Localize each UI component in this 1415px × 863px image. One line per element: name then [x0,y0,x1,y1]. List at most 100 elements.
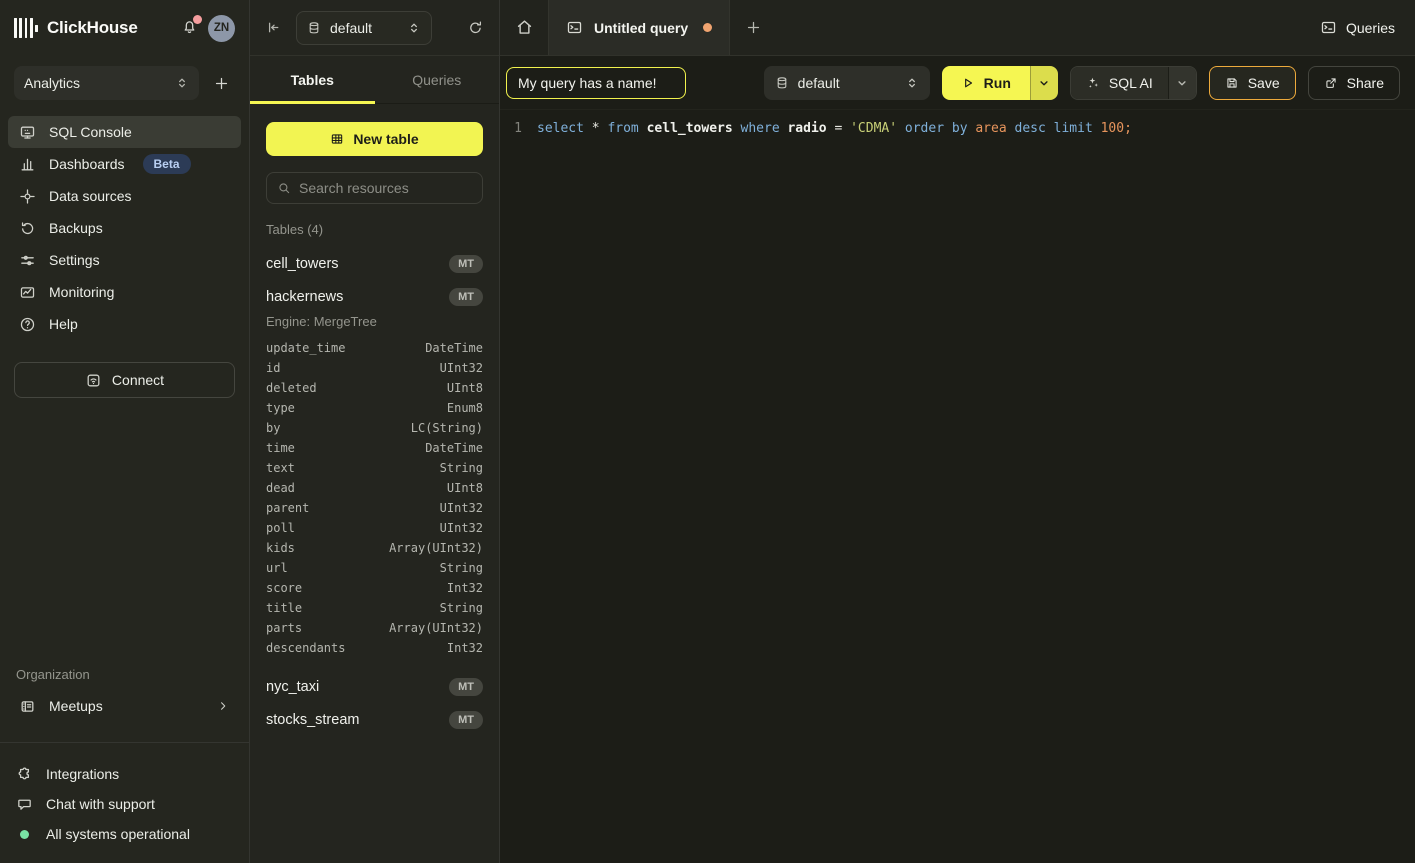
sql-token [584,121,592,136]
table-row-stocks-stream[interactable]: stocks_streamMT [266,703,483,736]
refresh-button[interactable] [467,19,484,36]
column-name: type [266,398,295,418]
sidebar-item-label: SQL Console [49,124,132,140]
new-table-button[interactable]: New table [266,122,483,156]
notification-dot [193,15,202,24]
sql-ai-button-label: SQL AI [1109,75,1153,91]
column-row: urlString [266,558,483,578]
avatar[interactable]: ZN [208,15,235,42]
connect-icon [85,372,102,389]
column-row: update_timeDateTime [266,338,483,358]
sidebar-footer: IntegrationsChat with supportAll systems… [0,743,249,863]
sidebar-item-backups[interactable]: Backups [8,212,241,244]
sidebar-item-settings[interactable]: Settings [8,244,241,276]
toolbar-database-value: default [798,75,896,91]
table-row-nyc-taxi[interactable]: nyc_taxiMT [266,670,483,703]
tab-queries-label: Queries [412,72,461,88]
notifications-button[interactable] [181,18,198,38]
main-area: Untitled query Queries default [500,0,1415,863]
table-grid-icon [330,132,344,146]
column-type: Array(UInt32) [389,538,483,558]
footer-item-integrations[interactable]: Integrations [16,759,233,789]
run-button[interactable]: Run [942,66,1030,100]
app-sidebar: ClickHouse ZN Analytics SQL Console Dashb… [0,0,250,863]
chevron-updown-icon [407,21,421,35]
sql-token: order [905,121,944,136]
table-row-hackernews[interactable]: hackernewsMT [266,280,483,313]
column-type: UInt32 [440,518,483,538]
sql-token: 100; [1101,121,1132,136]
column-type: LC(String) [411,418,483,438]
collapse-panel-button[interactable] [265,19,282,36]
sql-token [1093,121,1101,136]
sql-ai-options-button[interactable] [1168,67,1196,99]
run-button-group: Run [942,66,1058,100]
run-options-button[interactable] [1030,66,1058,100]
terminal-icon [1320,19,1337,36]
footer-item-all-systems-operational[interactable]: All systems operational [16,819,233,849]
column-row: idUInt32 [266,358,483,378]
queries-button[interactable]: Queries [1300,0,1415,55]
sidebar-item-dashboards[interactable]: DashboardsBeta [8,148,241,180]
sql-token: radio [787,121,826,136]
query-tab-title: Untitled query [594,20,688,36]
column-name: descendants [266,638,345,658]
data-sources-icon [19,188,36,205]
column-type: DateTime [425,338,483,358]
toolbar-database-selector[interactable]: default [764,66,930,100]
sql-token: limit [1054,121,1093,136]
sql-editor[interactable]: 1 select * from cell_towers where radio … [500,110,1415,863]
engine-badge: MT [449,711,483,729]
org-item-meetups[interactable]: Meetups [8,690,241,722]
table-name: cell_towers [266,256,339,272]
share-button[interactable]: Share [1308,66,1400,100]
column-type: String [440,598,483,618]
database-icon [775,76,789,90]
sql-token: cell_towers [647,121,733,136]
save-button[interactable]: Save [1209,66,1296,100]
column-row: kidsArray(UInt32) [266,538,483,558]
column-row: pollUInt32 [266,518,483,538]
tab-queries[interactable]: Queries [375,56,500,103]
sidebar-item-data-sources[interactable]: Data sources [8,180,241,212]
explorer-database-selector[interactable]: default [296,11,432,45]
new-query-tab-button[interactable] [730,0,777,55]
column-type: Array(UInt32) [389,618,483,638]
workspace-selector-value: Analytics [24,75,167,91]
sidebar-item-sql-console[interactable]: SQL Console [8,116,241,148]
query-tab[interactable]: Untitled query [548,0,730,55]
connect-button[interactable]: Connect [14,362,235,398]
engine-badge: MT [449,288,483,306]
save-icon [1225,76,1239,90]
home-button[interactable] [500,0,548,55]
collapse-left-icon [265,19,282,36]
sql-token: = [827,121,850,136]
footer-item-chat-with-support[interactable]: Chat with support [16,789,233,819]
column-name: parent [266,498,309,518]
backups-icon [19,220,36,237]
sql-ai-button[interactable]: SQL AI [1071,67,1168,99]
sql-token: area [975,121,1006,136]
column-name: dead [266,478,295,498]
status-dot [20,830,29,839]
sidebar-header: ClickHouse ZN [0,0,249,56]
table-row-cell-towers[interactable]: cell_towers MT [266,247,483,280]
add-workspace-button[interactable] [207,69,235,97]
sidebar-item-help[interactable]: Help [8,308,241,340]
search-resources-input[interactable] [299,180,472,196]
explorer-tabs: Tables Queries [250,56,499,104]
column-name: score [266,578,302,598]
workspace-selector[interactable]: Analytics [14,66,199,100]
column-name: title [266,598,302,618]
tab-tables[interactable]: Tables [250,56,375,103]
plus-icon [213,75,230,92]
plus-icon [745,19,762,36]
engine-badge: MT [449,255,483,273]
query-tabstrip: Untitled query Queries [500,0,1415,56]
new-table-button-label: New table [353,131,418,147]
column-type: UInt32 [440,358,483,378]
sidebar-item-monitoring[interactable]: Monitoring [8,276,241,308]
query-name-input[interactable] [506,67,686,99]
sql-token [639,121,647,136]
run-button-label: Run [984,75,1011,91]
